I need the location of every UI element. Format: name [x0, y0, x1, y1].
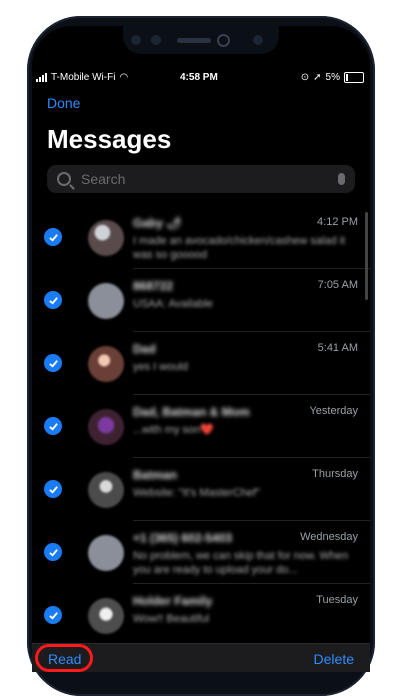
message-row[interactable]: Batman Thursday Website: "It's MasterChe… [32, 458, 370, 521]
avatar [88, 598, 124, 634]
message-time: 4:12 PM [317, 216, 358, 228]
delete-button[interactable]: Delete [314, 651, 354, 667]
status-bar: T-Mobile Wi-Fi ◠ 4:58 PM ⊙ ➚ 5% [32, 70, 370, 86]
phone-screen: T-Mobile Wi-Fi ◠ 4:58 PM ⊙ ➚ 5% Done Mes… [32, 26, 370, 672]
message-preview: No problem, we can skip that for now. Wh… [133, 550, 349, 576]
contact-name: Holder Family [133, 594, 213, 608]
checkmark-icon[interactable] [44, 480, 62, 498]
avatar [88, 409, 124, 445]
message-preview: USAA: Available [133, 298, 213, 310]
avatar [88, 283, 124, 319]
checkmark-icon[interactable] [44, 417, 62, 435]
status-time: 4:58 PM [180, 72, 218, 83]
message-time: Wednesday [300, 531, 358, 543]
message-time: Yesterday [309, 405, 358, 417]
message-time: Tuesday [316, 594, 358, 606]
wifi-icon: ◠ [119, 72, 129, 83]
checkmark-icon[interactable] [44, 354, 62, 372]
message-row[interactable]: Holder Family Tuesday Wow!! Beautiful [32, 584, 370, 647]
lock-rotation-icon: ⊙ [300, 72, 310, 83]
speaker [177, 38, 211, 43]
contact-name: Dad [133, 342, 156, 356]
notch-sensor [131, 35, 141, 45]
camera-icon [217, 34, 230, 47]
message-time: 5:41 AM [317, 342, 358, 354]
carrier-label: T-Mobile Wi-Fi [51, 72, 116, 83]
battery-percent: 5% [325, 72, 340, 83]
contact-name: Batman [133, 468, 178, 482]
contact-name: Dad, Batman & Mom [133, 405, 250, 419]
contact-name: Gaby 🌶 [133, 216, 182, 230]
search-icon [57, 172, 71, 186]
done-button[interactable]: Done [47, 95, 80, 111]
search-field[interactable]: Search [47, 165, 355, 193]
search-placeholder: Search [81, 171, 126, 187]
scrollbar[interactable] [365, 212, 368, 300]
message-time: 7:05 AM [317, 279, 358, 291]
notch-sensor [253, 35, 263, 45]
checkmark-icon[interactable] [44, 228, 62, 246]
message-row[interactable]: Gaby 🌶 4:12 PM I made an avocado/chicken… [32, 206, 370, 269]
message-row[interactable]: 868722 7:05 AM USAA: Available [32, 269, 370, 332]
message-row[interactable]: Dad, Batman & Mom Yesterday ...with my s… [32, 395, 370, 458]
message-preview: Website: "It's MasterChef" [133, 487, 261, 499]
avatar [88, 535, 124, 571]
signal-icon [36, 73, 47, 82]
location-icon: ➚ [313, 72, 322, 83]
message-preview: I made an avocado/chicken/cashew salad i… [133, 235, 346, 261]
avatar [88, 346, 124, 382]
checkmark-icon[interactable] [44, 291, 62, 309]
page-title: Messages [47, 124, 172, 154]
avatar [88, 472, 124, 508]
checkmark-icon[interactable] [44, 606, 62, 624]
contact-name: 868722 [133, 279, 174, 293]
contact-name: +1 (365) 602-5403 [133, 531, 233, 545]
notch [123, 26, 279, 54]
checkmark-icon[interactable] [44, 543, 62, 561]
message-time: Thursday [312, 468, 358, 480]
message-list: Gaby 🌶 4:12 PM I made an avocado/chicken… [32, 206, 370, 647]
message-preview: Wow!! Beautiful [133, 613, 210, 625]
avatar [88, 220, 124, 256]
message-row[interactable]: +1 (365) 602-5403 Wednesday No problem, … [32, 521, 370, 584]
message-preview: yes I would [133, 361, 189, 373]
highlight-annotation [35, 644, 93, 672]
message-preview: ...with my son❤️ [133, 424, 214, 436]
battery-icon [344, 72, 364, 83]
notch-sensor [151, 35, 161, 45]
message-row[interactable]: Dad 5:41 AM yes I would [32, 332, 370, 395]
microphone-icon[interactable] [338, 173, 345, 185]
